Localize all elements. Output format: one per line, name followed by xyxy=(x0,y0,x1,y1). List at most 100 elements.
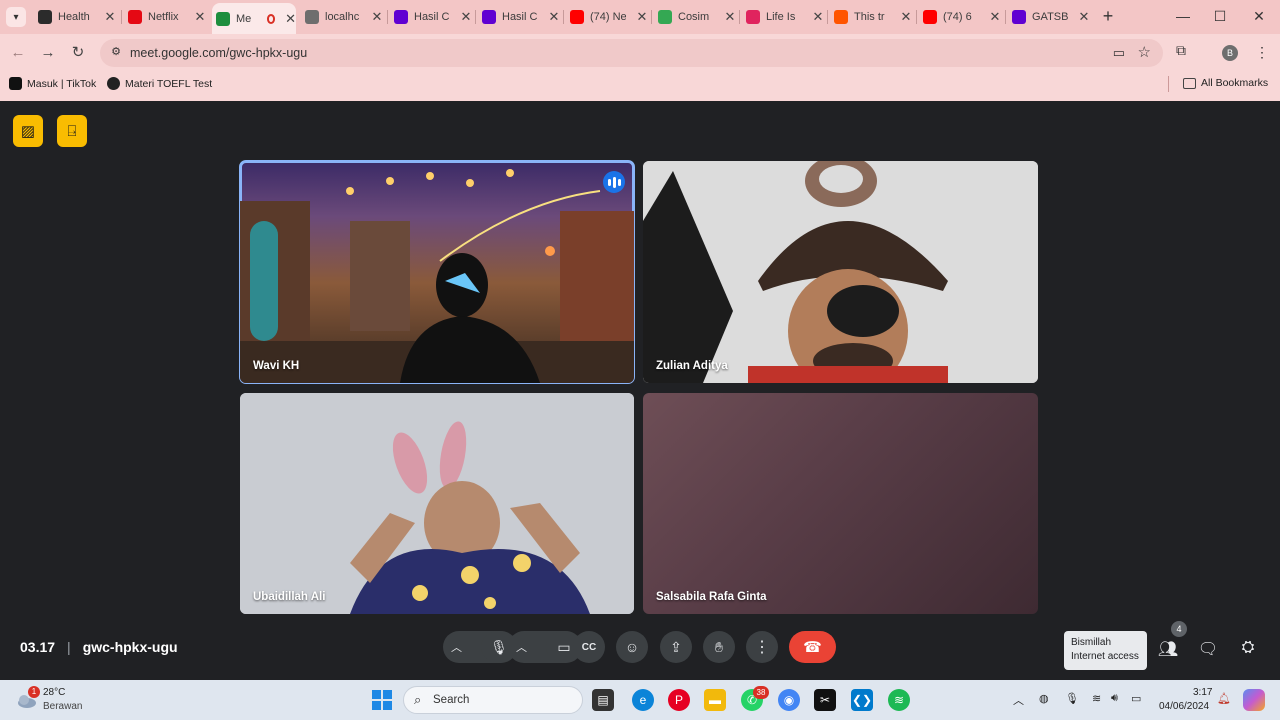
windows-start-icon[interactable] xyxy=(371,689,393,711)
browser-tab[interactable]: (74) 6 ✕ xyxy=(919,5,1001,29)
weather-condition[interactable]: Berawan xyxy=(43,701,82,712)
spotify-icon[interactable]: ≋ xyxy=(888,689,910,711)
browser-tab[interactable]: Cosim ✕ xyxy=(654,5,736,29)
browser-tab[interactable]: localhc ✕ xyxy=(301,5,383,29)
tab-title: Cosim xyxy=(678,11,710,23)
bookmark-tiktok[interactable]: Masuk | TikTok xyxy=(9,77,96,90)
extensions-icon[interactable]: ⧉ xyxy=(1176,42,1194,60)
close-tab-icon[interactable]: ✕ xyxy=(285,11,296,27)
browser-tab[interactable]: Health ✕ xyxy=(34,5,116,29)
browser-tab[interactable]: Netflix ✕ xyxy=(124,5,206,29)
participant-video xyxy=(240,393,634,614)
taskbar-search[interactable]: ⌕ Search xyxy=(403,686,583,714)
close-tab-icon[interactable]: ✕ xyxy=(989,9,1001,25)
participant-tile[interactable]: Wavi KH xyxy=(239,160,635,384)
tab-favicon-icon xyxy=(394,10,408,24)
more-options-button[interactable]: ⋮ xyxy=(746,631,778,663)
emoji-reaction-button[interactable]: ☺ xyxy=(616,631,648,663)
pinterest-icon[interactable]: P xyxy=(668,689,690,711)
people-icon[interactable]: 👥︎ xyxy=(1157,639,1179,661)
video-options-chevron-icon[interactable]: ︿ xyxy=(516,639,527,655)
profile-avatar[interactable]: B xyxy=(1222,45,1238,61)
close-tab-icon[interactable]: ✕ xyxy=(371,9,383,25)
volume-icon[interactable]: 🔊︎ xyxy=(1111,692,1118,705)
wifi-icon[interactable]: ≋ xyxy=(1092,692,1101,705)
captions-button[interactable]: CC xyxy=(573,631,605,663)
url-text[interactable]: meet.google.com/gwc-hpkx-ugu xyxy=(130,46,307,60)
browser-tab[interactable]: GATSB ✕ xyxy=(1008,5,1090,29)
participant-tile[interactable]: Salsabila Rafa Ginta xyxy=(643,393,1038,614)
forward-button[interactable]: → xyxy=(37,42,59,64)
vscode-icon[interactable]: ❮❯ xyxy=(851,689,873,711)
back-button[interactable]: ← xyxy=(7,42,29,64)
tab-title: Netflix xyxy=(148,11,179,23)
bookmark-toefl[interactable]: Materi TOEFL Test xyxy=(107,77,212,90)
browser-tab[interactable]: Life Is ✕ xyxy=(742,5,824,29)
participant-tile[interactable]: Zulian Aditya xyxy=(643,161,1038,383)
browser-tab[interactable]: (74) Ne ✕ xyxy=(566,5,648,29)
site-info-icon[interactable]: ⚙ xyxy=(108,45,124,61)
browser-tab[interactable]: Hasil C ✕ xyxy=(478,5,560,29)
present-screen-button[interactable]: ⇪ xyxy=(660,631,692,663)
tab-title: GATSB xyxy=(1032,11,1068,23)
capcut-icon[interactable]: ✂ xyxy=(814,689,836,711)
participant-name: Wavi KH xyxy=(253,360,300,372)
raise-hand-button[interactable]: ✋︎ xyxy=(703,631,735,663)
browser-tab[interactable]: Me ✕ xyxy=(212,3,296,34)
bookmark-star-icon[interactable]: ☆ xyxy=(1138,43,1151,61)
participant-tile[interactable]: Ubaidillah Ali xyxy=(240,393,634,614)
browser-tab[interactable]: This tr ✕ xyxy=(830,5,912,29)
copilot-icon[interactable] xyxy=(1243,689,1265,711)
address-bar[interactable]: ⚙ meet.google.com/gwc-hpkx-ugu ▭ ☆ xyxy=(100,39,1163,67)
file-explorer-dark-icon[interactable]: ▤ xyxy=(592,689,614,711)
tiktok-icon xyxy=(9,77,22,90)
browser-tab[interactable]: Hasil C ✕ xyxy=(390,5,472,29)
minimize-button[interactable]: — xyxy=(1176,8,1190,24)
tab-title: Hasil C xyxy=(414,11,450,23)
antivirus-tray-icon[interactable]: ◍ xyxy=(1039,692,1049,705)
chat-icon[interactable]: 🗨︎ xyxy=(1197,639,1219,661)
audio-options-chevron-icon[interactable]: ︿ xyxy=(451,639,462,655)
camera-control[interactable]: ︿ ▭ xyxy=(508,631,582,663)
people-count-badge: 4 xyxy=(1171,621,1187,637)
new-tab-button[interactable]: + xyxy=(1099,7,1117,25)
notification-bell-icon[interactable]: 🔔︎ xyxy=(1217,692,1231,705)
microphone-control[interactable]: ︿ 🎙︎ xyxy=(443,631,517,663)
clock-date[interactable]: 04/06/2024 xyxy=(1159,701,1209,712)
folder-icon[interactable]: ▬ xyxy=(704,689,726,711)
battery-icon[interactable]: ▭ xyxy=(1131,692,1141,705)
exit-extension-icon[interactable]: ⍈ xyxy=(57,115,87,147)
tab-title: (74) Ne xyxy=(590,11,626,23)
tab-search-button[interactable]: ▾ xyxy=(6,7,26,27)
close-tab-icon[interactable]: ✕ xyxy=(104,9,116,25)
clock-time[interactable]: 3:17 xyxy=(1193,687,1212,698)
close-tab-icon[interactable]: ✕ xyxy=(1078,9,1090,25)
folder-icon xyxy=(1183,77,1196,89)
weather-temperature[interactable]: 28°C xyxy=(43,687,65,698)
all-bookmarks-button[interactable]: All Bookmarks xyxy=(1183,77,1268,89)
tab-strip: ▾ Health ✕ Netflix ✕ Me ✕ localhc ✕ Hasil C ✕ Hasi… xyxy=(0,0,1280,34)
tab-title: localhc xyxy=(325,11,360,23)
close-tab-icon[interactable]: ✕ xyxy=(812,9,824,25)
leave-call-button[interactable]: ☎︎ xyxy=(789,631,836,663)
close-tab-icon[interactable]: ✕ xyxy=(636,9,648,25)
camera-off-extension-icon[interactable]: ▨ xyxy=(13,115,43,147)
microphone-tray-icon[interactable]: 🎙︎ xyxy=(1065,692,1079,705)
show-hidden-icons-chevron[interactable]: ︿ xyxy=(1013,692,1024,708)
tab-favicon-icon xyxy=(482,10,496,24)
close-window-button[interactable]: ✕ xyxy=(1252,8,1266,25)
browser-menu-icon[interactable]: ⋮ xyxy=(1255,44,1269,61)
close-tab-icon[interactable]: ✕ xyxy=(724,9,736,25)
camera-in-use-icon[interactable]: ▭ xyxy=(1113,45,1125,61)
close-tab-icon[interactable]: ✕ xyxy=(460,9,472,25)
close-tab-icon[interactable]: ✕ xyxy=(900,9,912,25)
browser-toolbar: ← → ↻ ⚙ meet.google.com/gwc-hpkx-ugu ▭ ☆ xyxy=(0,36,1280,70)
chrome-icon[interactable]: ◉ xyxy=(778,689,800,711)
maximize-button[interactable]: ☐ xyxy=(1213,8,1227,25)
close-tab-icon[interactable]: ✕ xyxy=(194,9,206,25)
close-tab-icon[interactable]: ✕ xyxy=(548,9,560,25)
edge-icon[interactable]: e xyxy=(632,689,654,711)
reload-button[interactable]: ↻ xyxy=(67,42,89,64)
tab-title: Health xyxy=(58,11,90,23)
activities-icon[interactable]: ⛭ xyxy=(1237,639,1259,661)
